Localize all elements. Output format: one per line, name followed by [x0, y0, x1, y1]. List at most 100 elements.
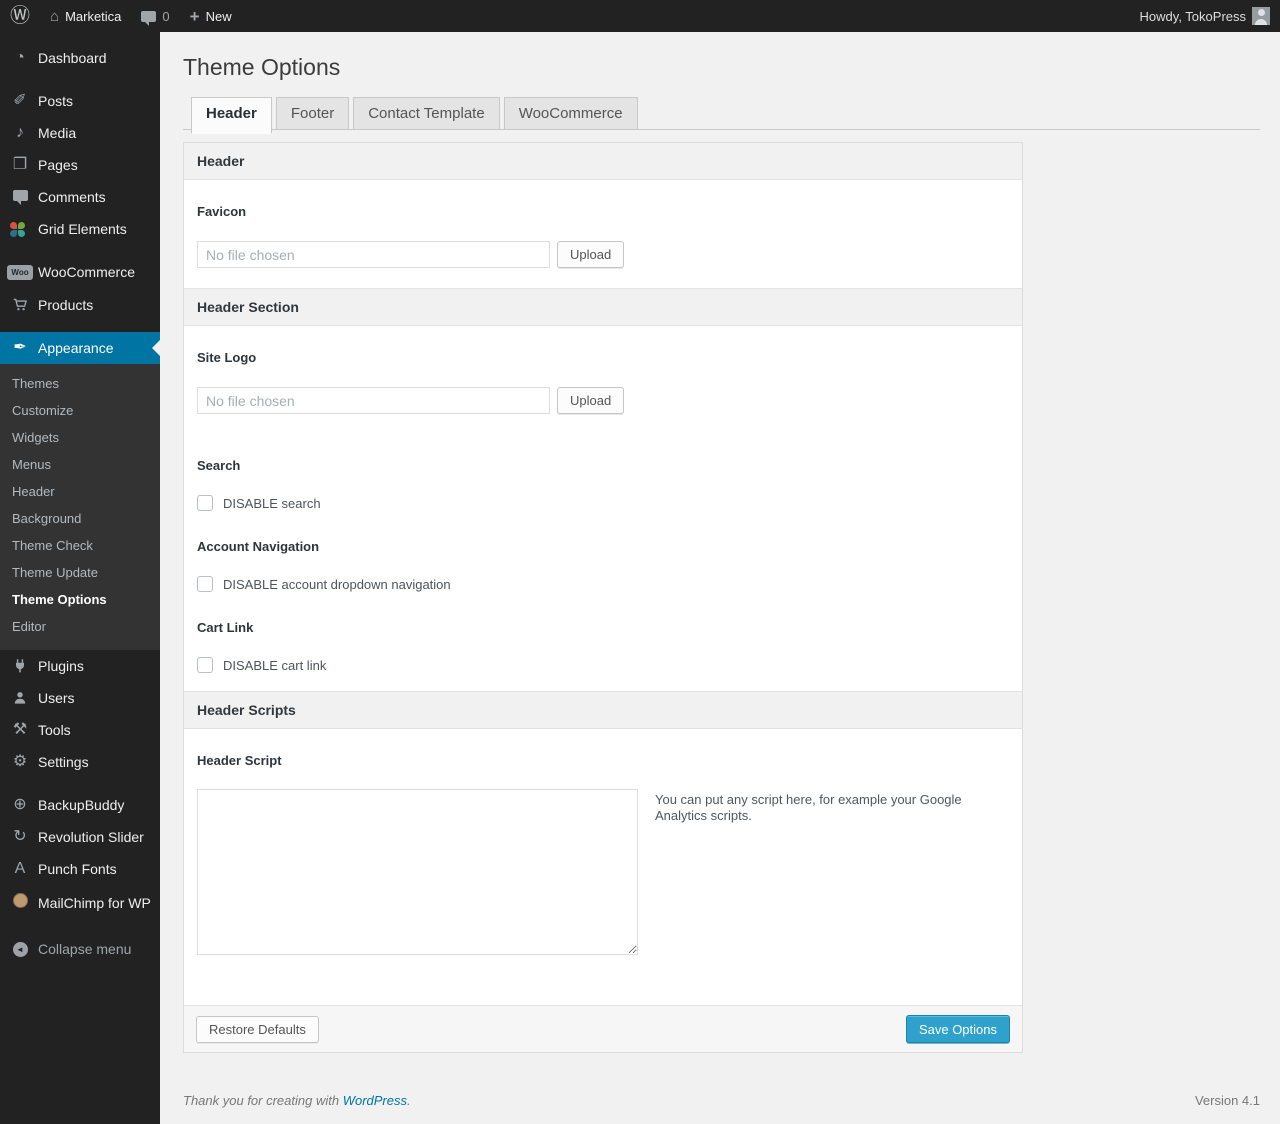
- sidebar-item-appearance[interactable]: ✒ Appearance: [0, 332, 160, 364]
- mailchimp-monkey-icon: [10, 893, 30, 912]
- woocommerce-icon: Woo: [7, 264, 33, 280]
- theme-options-panel: Header Favicon Upload Header Section Sit…: [183, 142, 1023, 1053]
- new-content-menu[interactable]: + New: [180, 0, 242, 32]
- sidebar-item-plugins[interactable]: Plugins: [0, 650, 160, 682]
- favicon-upload-button[interactable]: Upload: [557, 241, 625, 268]
- wordpress-logo-icon: Ⓦ: [10, 5, 30, 27]
- comment-count: 0: [162, 8, 170, 24]
- appearance-submenu: Themes Customize Widgets Menus Header Ba…: [0, 364, 160, 650]
- footer-thanks-period: .: [407, 1093, 411, 1108]
- sidebar-item-backupbuddy[interactable]: ⊕ BackupBuddy: [0, 789, 160, 821]
- tab-contact-template[interactable]: Contact Template: [353, 97, 500, 130]
- section-header: Header: [184, 143, 1022, 180]
- sidebar-item-revolution-slider[interactable]: ↻ Revolution Slider: [0, 821, 160, 853]
- submenu-item-background[interactable]: Background: [0, 505, 160, 532]
- site-logo-field: Site Logo Upload: [184, 350, 1022, 434]
- new-label: New: [205, 8, 232, 24]
- disable-cart-checkbox[interactable]: [197, 657, 213, 673]
- sidebar-item-punch-fonts[interactable]: A Punch Fonts: [0, 853, 160, 885]
- cart-link-field: Cart Link DISABLE cart link: [184, 620, 1022, 691]
- submenu-item-theme-update[interactable]: Theme Update: [0, 559, 160, 586]
- submenu-item-editor[interactable]: Editor: [0, 613, 160, 640]
- howdy-label: Howdy, TokoPress: [1139, 8, 1246, 24]
- content-area: Theme Options Header Footer Contact Temp…: [160, 32, 1280, 1124]
- avatar: [1252, 7, 1270, 25]
- collapse-arrow-icon: ◄: [10, 940, 30, 957]
- header-script-help: You can put any script here, for example…: [655, 792, 962, 824]
- disable-account-label: DISABLE account dropdown navigation: [223, 576, 451, 592]
- sidebar-item-label: MailChimp for WP: [38, 894, 151, 911]
- sidebar-item-media[interactable]: ♪ Media: [0, 117, 160, 149]
- brush-icon: ✒: [13, 339, 27, 356]
- footer-thanks-text: Thank you for creating with: [183, 1093, 340, 1108]
- submenu-item-header[interactable]: Header: [0, 478, 160, 505]
- collapse-menu-label: Collapse menu: [38, 940, 132, 957]
- comment-bubble-icon: [141, 10, 157, 26]
- sidebar-item-label: Grid Elements: [38, 221, 127, 237]
- sidebar-item-products[interactable]: Products: [0, 288, 160, 321]
- plus-icon: +: [189, 6, 200, 26]
- sidebar-item-tools[interactable]: ⚒ Tools: [0, 714, 160, 746]
- sidebar-item-label: Appearance: [38, 340, 114, 356]
- favicon-field: Favicon Upload: [184, 204, 1022, 288]
- dashboard-icon: ◔: [15, 49, 25, 66]
- sidebar-item-label: Posts: [38, 93, 74, 109]
- page-footer: Thank you for creating with WordPress. V…: [160, 1053, 1280, 1124]
- sidebar-item-woocommerce[interactable]: Woo WooCommerce: [0, 256, 160, 288]
- favicon-file-input[interactable]: [197, 241, 550, 268]
- sidebar-item-label: Comments: [38, 189, 106, 205]
- header-script-field: Header Script You can put any script her…: [184, 753, 1022, 1005]
- tab-footer[interactable]: Footer: [275, 97, 350, 130]
- section-header-scripts: Header Scripts: [184, 691, 1022, 729]
- panel-footer: Restore Defaults Save Options: [184, 1005, 1022, 1052]
- comments-menu[interactable]: 0: [131, 0, 179, 32]
- wordpress-link[interactable]: WordPress: [343, 1093, 407, 1108]
- tab-woocommerce[interactable]: WooCommerce: [503, 97, 638, 130]
- account-menu[interactable]: Howdy, TokoPress: [1130, 0, 1280, 32]
- save-options-button[interactable]: Save Options: [905, 1015, 1010, 1043]
- submenu-item-customize[interactable]: Customize: [0, 397, 160, 424]
- sidebar-item-label: Media: [38, 125, 77, 141]
- site-logo-file-input[interactable]: [197, 387, 550, 414]
- footer-thanks: Thank you for creating with WordPress.: [183, 1093, 411, 1108]
- sidebar-item-label: Plugins: [38, 658, 84, 674]
- letter-a-icon: A: [14, 860, 26, 877]
- backup-icon: ⊕: [13, 796, 27, 813]
- disable-cart-label: DISABLE cart link: [223, 657, 327, 673]
- submenu-item-menus[interactable]: Menus: [0, 451, 160, 478]
- sidebar-item-users[interactable]: Users: [0, 682, 160, 714]
- disable-search-checkbox[interactable]: [197, 495, 213, 511]
- sidebar-item-settings[interactable]: ⚙ Settings: [0, 746, 160, 778]
- disable-search-row: DISABLE search: [197, 495, 1009, 515]
- submenu-item-themes[interactable]: Themes: [0, 370, 160, 397]
- submenu-item-theme-options[interactable]: Theme Options: [0, 586, 160, 613]
- site-name-menu[interactable]: ⌂ Marketica: [40, 0, 131, 32]
- collapse-menu-button[interactable]: ◄ Collapse menu: [0, 932, 160, 965]
- sidebar-item-label: Tools: [38, 722, 71, 738]
- sidebar-item-label: Revolution Slider: [38, 829, 144, 845]
- site-logo-upload-button[interactable]: Upload: [557, 387, 625, 414]
- sidebar-item-posts[interactable]: ✐ Posts: [0, 85, 160, 117]
- sidebar-item-label: WooCommerce: [38, 264, 135, 280]
- disable-account-checkbox[interactable]: [197, 576, 213, 592]
- submenu-item-theme-check[interactable]: Theme Check: [0, 532, 160, 559]
- wrench-icon: ⚒: [12, 721, 28, 738]
- disable-search-label: DISABLE search: [223, 495, 321, 511]
- tab-header[interactable]: Header: [191, 97, 272, 134]
- submenu-item-widgets[interactable]: Widgets: [0, 424, 160, 451]
- sidebar-item-comments[interactable]: Comments: [0, 181, 160, 213]
- page-title: Theme Options: [183, 54, 341, 80]
- comments-icon: [10, 189, 30, 205]
- sidebar-item-pages[interactable]: ❐ Pages: [0, 149, 160, 181]
- wp-logo-menu[interactable]: Ⓦ: [0, 0, 40, 32]
- disable-account-row: DISABLE account dropdown navigation: [197, 576, 1009, 596]
- disable-cart-row: DISABLE cart link: [197, 657, 1009, 677]
- version-label: Version 4.1: [1194, 1093, 1260, 1108]
- sidebar-item-mailchimp[interactable]: MailChimp for WP: [0, 885, 160, 920]
- restore-defaults-button[interactable]: Restore Defaults: [196, 1015, 319, 1043]
- header-script-textarea[interactable]: [197, 789, 638, 955]
- sidebar-item-grid-elements[interactable]: Grid Elements: [0, 213, 160, 245]
- sidebar-item-dashboard[interactable]: ◔ Dashboard: [0, 42, 160, 74]
- site-logo-label: Site Logo: [197, 350, 257, 365]
- grid-elements-icon: [10, 221, 30, 237]
